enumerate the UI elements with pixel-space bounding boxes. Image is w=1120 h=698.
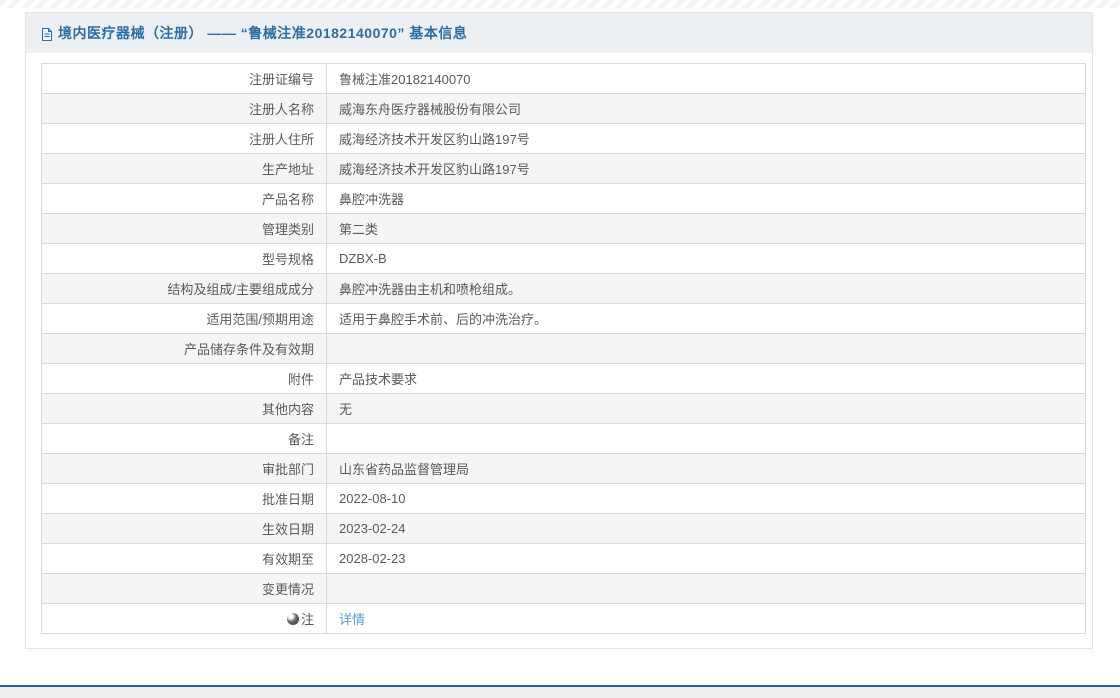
row-label: 产品储存条件及有效期 [41, 333, 327, 364]
note-sphere-icon [286, 613, 299, 625]
table-row: 产品名称 鼻腔冲洗器 [41, 183, 1086, 214]
top-decor-bar [0, 0, 1120, 8]
document-icon [40, 27, 54, 42]
row-value: 威海经济技术开发区豹山路197号 [326, 153, 1086, 184]
row-value: 2022-08-10 [326, 483, 1086, 514]
row-label-text: 注 [300, 612, 314, 627]
row-value [326, 423, 1086, 454]
page-title: 境内医疗器械（注册） —— “鲁械注准20182140070” 基本信息 [58, 25, 468, 41]
table-row: 生效日期 2023-02-24 [41, 513, 1086, 544]
table-row: 型号规格 DZBX-B [41, 243, 1086, 274]
row-label: 备注 [41, 423, 327, 454]
row-value: 2028-02-23 [326, 543, 1086, 574]
row-label: 其他内容 [41, 393, 327, 424]
detail-link[interactable]: 详情 [339, 612, 365, 627]
row-label: 注册证编号 [41, 63, 327, 94]
table-row: 产品储存条件及有效期 [41, 333, 1086, 364]
detail-panel: 境内医疗器械（注册） —— “鲁械注准20182140070” 基本信息 注册证… [25, 12, 1093, 649]
table-row: 适用范围/预期用途 适用于鼻腔手术前、后的冲洗治疗。 [41, 303, 1086, 334]
row-label: 产品名称 [41, 183, 327, 214]
table-row: 批准日期 2022-08-10 [41, 483, 1086, 514]
row-label: 结构及组成/主要组成成分 [41, 273, 327, 304]
row-label: 审批部门 [41, 453, 327, 484]
info-table-body: 注册证编号 鲁械注准20182140070 注册人名称 威海东舟医疗器械股份有限公司注… [41, 63, 1086, 634]
table-row: 管理类别 第二类 [41, 213, 1086, 244]
row-value: DZBX-B [326, 243, 1086, 274]
table-row: 有效期至 2028-02-23 [41, 543, 1086, 574]
table-row: 变更情况 [41, 573, 1086, 604]
row-label: 管理类别 [41, 213, 327, 244]
row-value: 鲁械注准20182140070 [326, 63, 1086, 94]
row-label: 注 [41, 603, 327, 634]
table-row: 注册人住所 威海经济技术开发区豹山路197号 [41, 123, 1086, 154]
row-value: 2023-02-24 [326, 513, 1086, 544]
row-value: 鼻腔冲洗器由主机和喷枪组成。 [326, 273, 1086, 304]
panel-body: 注册证编号 鲁械注准20182140070 注册人名称 威海东舟医疗器械股份有限公司注… [26, 53, 1092, 648]
table-row: 备注 [41, 423, 1086, 454]
row-value: 产品技术要求 [326, 363, 1086, 394]
row-value: 第二类 [326, 213, 1086, 244]
row-label: 附件 [41, 363, 327, 394]
table-row: 审批部门 山东省药品监督管理局 [41, 453, 1086, 484]
footer-bar [0, 685, 1120, 698]
row-value: 山东省药品监督管理局 [326, 453, 1086, 484]
table-row: 注册证编号 鲁械注准20182140070 [41, 63, 1086, 94]
table-row: 其他内容无 [41, 393, 1086, 424]
row-label: 注册人名称 [41, 93, 327, 124]
row-label: 生效日期 [41, 513, 327, 544]
table-row: 生产地址 威海经济技术开发区豹山路197号 [41, 153, 1086, 184]
row-value: 详情 [326, 603, 1086, 634]
table-row: 注册人名称 威海东舟医疗器械股份有限公司 [41, 93, 1086, 124]
row-label: 变更情况 [41, 573, 327, 604]
row-label: 注册人住所 [41, 123, 327, 154]
row-value: 鼻腔冲洗器 [326, 183, 1086, 214]
row-value [326, 573, 1086, 604]
row-value: 威海东舟医疗器械股份有限公司 [326, 93, 1086, 124]
row-value: 适用于鼻腔手术前、后的冲洗治疗。 [326, 303, 1086, 334]
row-label: 生产地址 [41, 153, 327, 184]
row-value: 无 [326, 393, 1086, 424]
row-label: 有效期至 [41, 543, 327, 574]
table-row: 注 详情 [41, 603, 1086, 634]
info-table: 注册证编号 鲁械注准20182140070 注册人名称 威海东舟医疗器械股份有限公司注… [41, 63, 1086, 634]
panel-header: 境内医疗器械（注册） —— “鲁械注准20182140070” 基本信息 [26, 13, 1092, 53]
row-value: 威海经济技术开发区豹山路197号 [326, 123, 1086, 154]
row-label: 适用范围/预期用途 [41, 303, 327, 334]
table-row: 结构及组成/主要组成成分 鼻腔冲洗器由主机和喷枪组成。 [41, 273, 1086, 304]
row-value [326, 333, 1086, 364]
table-row: 附件 产品技术要求 [41, 363, 1086, 394]
row-label: 型号规格 [41, 243, 327, 274]
row-label: 批准日期 [41, 483, 327, 514]
